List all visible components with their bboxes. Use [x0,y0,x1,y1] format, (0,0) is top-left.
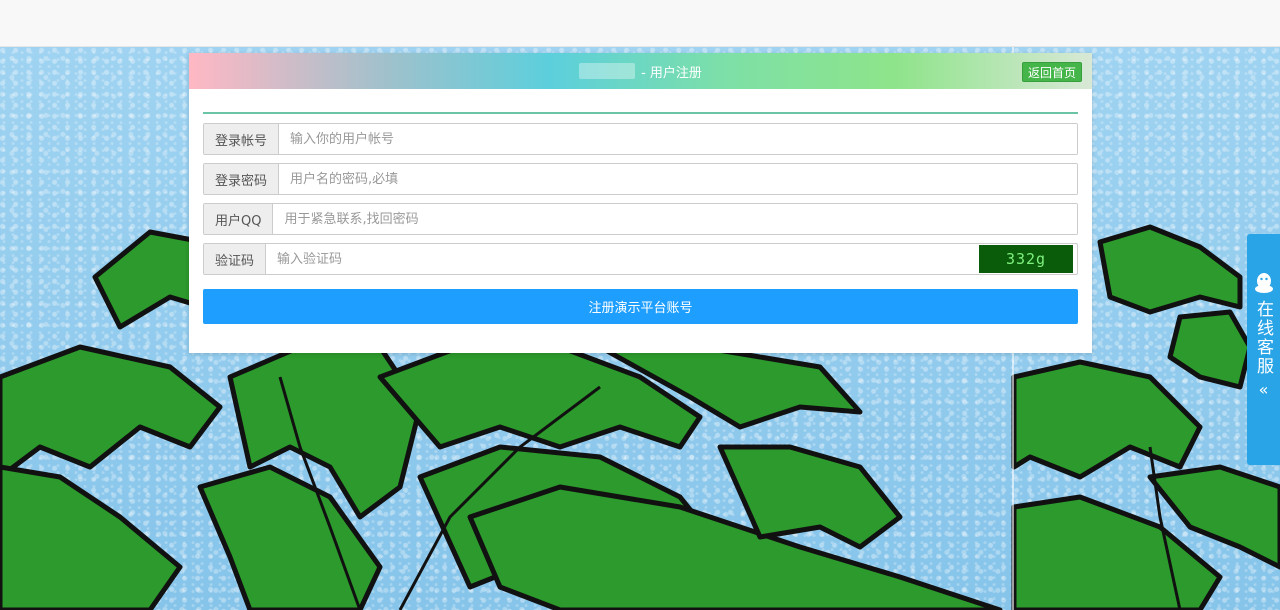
qq-input[interactable] [273,204,1077,234]
captcha-row: 验证码 332g [203,243,1078,275]
register-panel: - 用户注册 返回首页 登录帐号 登录密码 用户QQ 验证码 332g 注册演示… [189,53,1092,353]
qq-penguin-icon [1254,273,1273,293]
site-name-blurred [579,63,636,79]
online-service-tab[interactable]: 在线客服 « [1247,234,1280,465]
panel-header: - 用户注册 返回首页 [189,53,1092,89]
captcha-input[interactable] [266,244,979,274]
online-service-label: 在线客服 [1253,300,1273,376]
account-input[interactable] [279,124,1077,154]
account-row: 登录帐号 [203,123,1078,155]
account-label: 登录帐号 [204,124,280,154]
register-form: 登录帐号 登录密码 用户QQ 验证码 332g 注册演示平台账号 [189,123,1092,324]
top-bar [0,0,1280,47]
captcha-label: 验证码 [204,244,267,274]
captcha-image[interactable]: 332g [979,245,1073,273]
register-submit-button[interactable]: 注册演示平台账号 [203,289,1078,324]
password-row: 登录密码 [203,163,1078,195]
panel-title: - 用户注册 [641,65,702,81]
password-input[interactable] [279,164,1077,194]
header-divider [203,112,1078,114]
qq-label: 用户QQ [204,204,274,234]
back-home-button[interactable]: 返回首页 [1021,62,1082,82]
password-label: 登录密码 [204,164,280,194]
qq-row: 用户QQ [203,203,1078,235]
collapse-arrow-icon: « [1258,380,1269,399]
